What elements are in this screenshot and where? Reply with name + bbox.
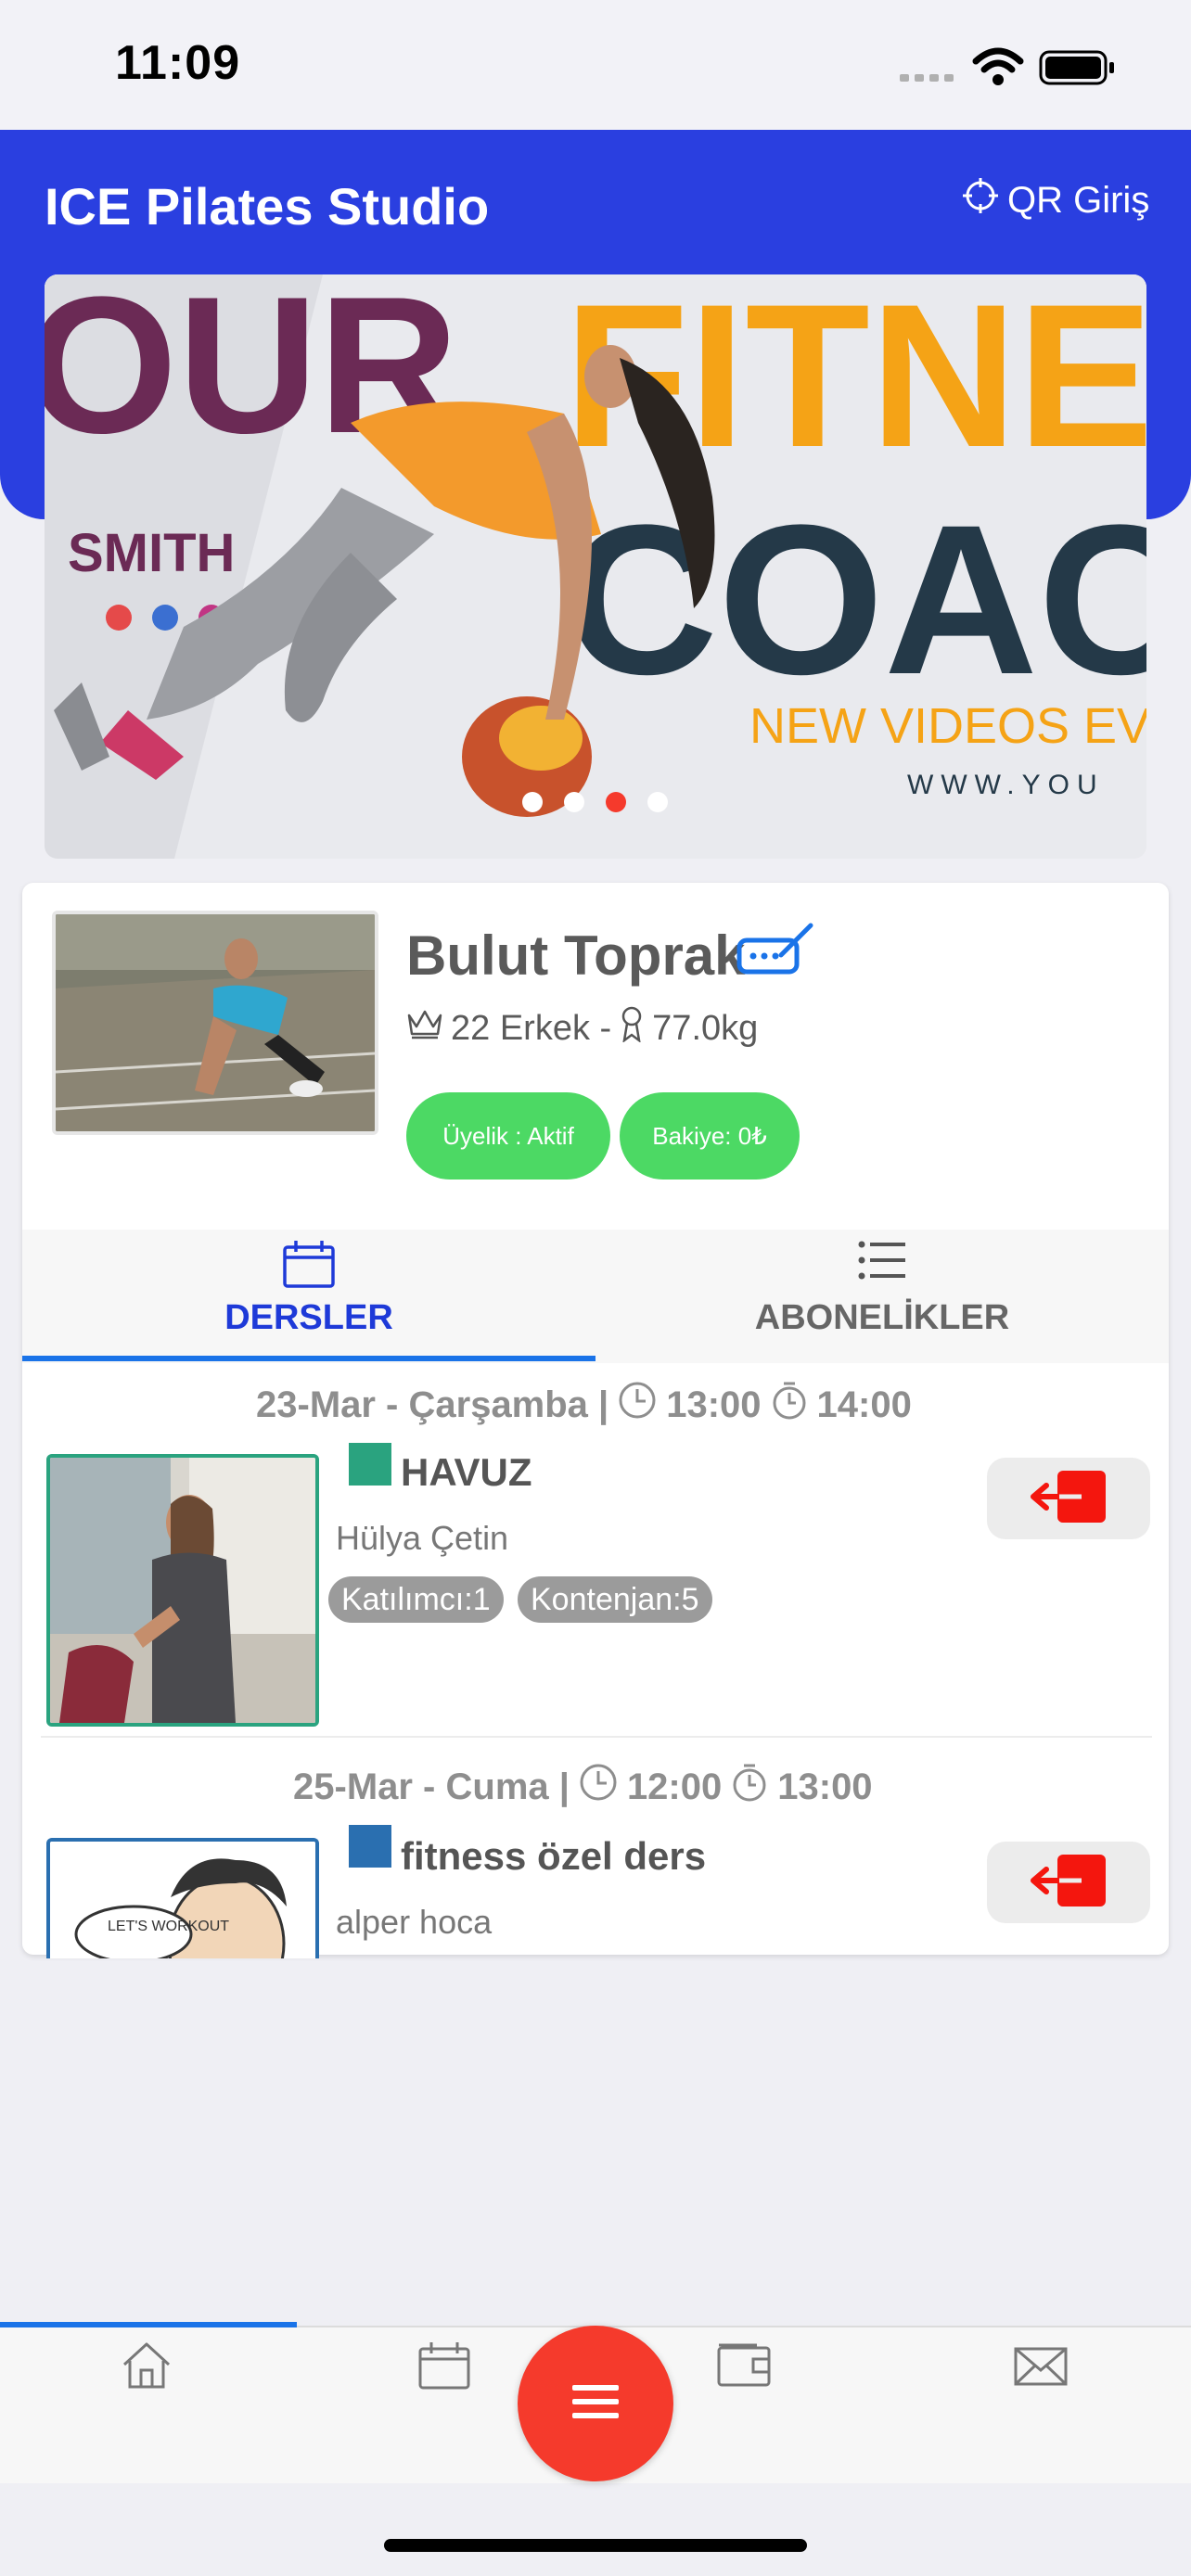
membership-status-badge: Üyelik : Aktif	[406, 1092, 610, 1180]
exit-icon	[1030, 1853, 1108, 1913]
lesson-date-1: 23-Mar - Çarşamba | 13:00 14:00	[256, 1380, 912, 1430]
profile-name: Bulut Toprak	[406, 925, 746, 987]
banner-text-url: WWW.YOU	[907, 770, 1105, 800]
lesson-date-2: 25-Mar - Cuma | 12:00 13:00	[293, 1762, 873, 1812]
capacity-tag: Kontenjan:5	[518, 1576, 712, 1623]
lesson-color-tag	[349, 1443, 391, 1486]
lesson-instructor: alper hoca	[336, 1903, 493, 1941]
profile-photo[interactable]	[52, 911, 378, 1135]
status-time: 11:09	[115, 36, 241, 90]
calendar-icon[interactable]	[417, 2340, 471, 2395]
bottom-nav-active-indicator	[0, 2322, 297, 2327]
app-title: ICE Pilates Studio	[45, 177, 490, 236]
carousel-dot-3[interactable]	[606, 792, 626, 812]
lesson-end-time: 14:00	[816, 1384, 912, 1425]
edit-profile-icon[interactable]	[736, 922, 814, 982]
tab-lessons[interactable]: DERSLER	[22, 1233, 596, 1354]
lesson-title: HAVUZ	[401, 1450, 532, 1494]
lesson-start-time: 13:00	[666, 1384, 762, 1425]
wifi-icon	[972, 46, 1024, 92]
balance-badge: Bakiye: 0₺	[620, 1092, 800, 1180]
clock-icon	[579, 1763, 618, 1811]
tab-lessons-label: DERSLER	[224, 1298, 393, 1337]
signal-icon	[900, 63, 957, 86]
banner-text-videos: NEW VIDEOS EV	[749, 698, 1146, 754]
timer-icon	[731, 1762, 768, 1812]
lesson-image[interactable]: LET'S WORKOUT	[46, 1838, 319, 1958]
profile-weight: 77.0kg	[652, 1008, 759, 1048]
mail-icon[interactable]	[1013, 2346, 1069, 2391]
lesson-date-text: 23-Mar - Çarşamba |	[256, 1384, 609, 1425]
timer-icon	[771, 1380, 808, 1430]
lesson-end-time: 13:00	[777, 1766, 873, 1807]
qr-login-label: QR Giriş	[1007, 179, 1150, 221]
crosshair-icon	[961, 176, 1000, 224]
crown-icon	[406, 1008, 443, 1049]
home-indicator	[384, 2539, 807, 2552]
home-icon[interactable]	[121, 2340, 173, 2395]
banner-carousel[interactable]: OUR FITNE COAC SMITH NEW VIDEOS EV WWW.Y…	[45, 274, 1146, 859]
menu-icon	[570, 2381, 621, 2427]
participants-tag: Katılımcı:1	[328, 1576, 504, 1623]
lesson-image-caption: LET'S WORKOUT	[108, 1919, 229, 1934]
battery-icon	[1039, 50, 1117, 90]
tab-subscriptions-label: ABONELİKLER	[754, 1298, 1010, 1337]
lesson-start-time: 12:00	[626, 1766, 723, 1807]
qr-login-button[interactable]: QR Giriş	[961, 176, 1149, 224]
lesson-color-tag	[349, 1825, 391, 1868]
profile-age-gender: 22 Erkek -	[451, 1008, 612, 1048]
lesson-image[interactable]	[46, 1454, 319, 1727]
lesson-divider	[41, 1736, 1152, 1738]
clock-icon	[618, 1381, 657, 1429]
tab-subscriptions[interactable]: ABONELİKLER	[596, 1233, 1169, 1354]
exit-icon	[1030, 1469, 1108, 1529]
list-icon	[857, 1239, 907, 1286]
carousel-dot-4[interactable]	[647, 792, 668, 812]
leave-lesson-button[interactable]	[987, 1458, 1150, 1539]
lesson-date-text: 25-Mar - Cuma |	[293, 1766, 570, 1807]
lesson-title: fitness özel ders	[401, 1834, 707, 1878]
banner-text-smith: SMITH	[68, 523, 235, 583]
carousel-dot-1[interactable]	[522, 792, 543, 812]
profile-meta: 22 Erkek - 77.0kg	[406, 1005, 758, 1052]
banner-image: OUR FITNE COAC SMITH NEW VIDEOS EV WWW.Y…	[45, 274, 1146, 859]
carousel-dot-2[interactable]	[564, 792, 584, 812]
banner-text-coach: COAC	[564, 480, 1146, 719]
calendar-icon	[282, 1239, 336, 1294]
leave-lesson-button[interactable]	[987, 1842, 1150, 1923]
menu-button[interactable]	[518, 2326, 673, 2481]
wallet-icon[interactable]	[716, 2342, 772, 2393]
medal-icon	[619, 1005, 645, 1052]
active-tab-indicator	[22, 1356, 596, 1361]
lesson-instructor: Hülya Çetin	[336, 1519, 509, 1557]
